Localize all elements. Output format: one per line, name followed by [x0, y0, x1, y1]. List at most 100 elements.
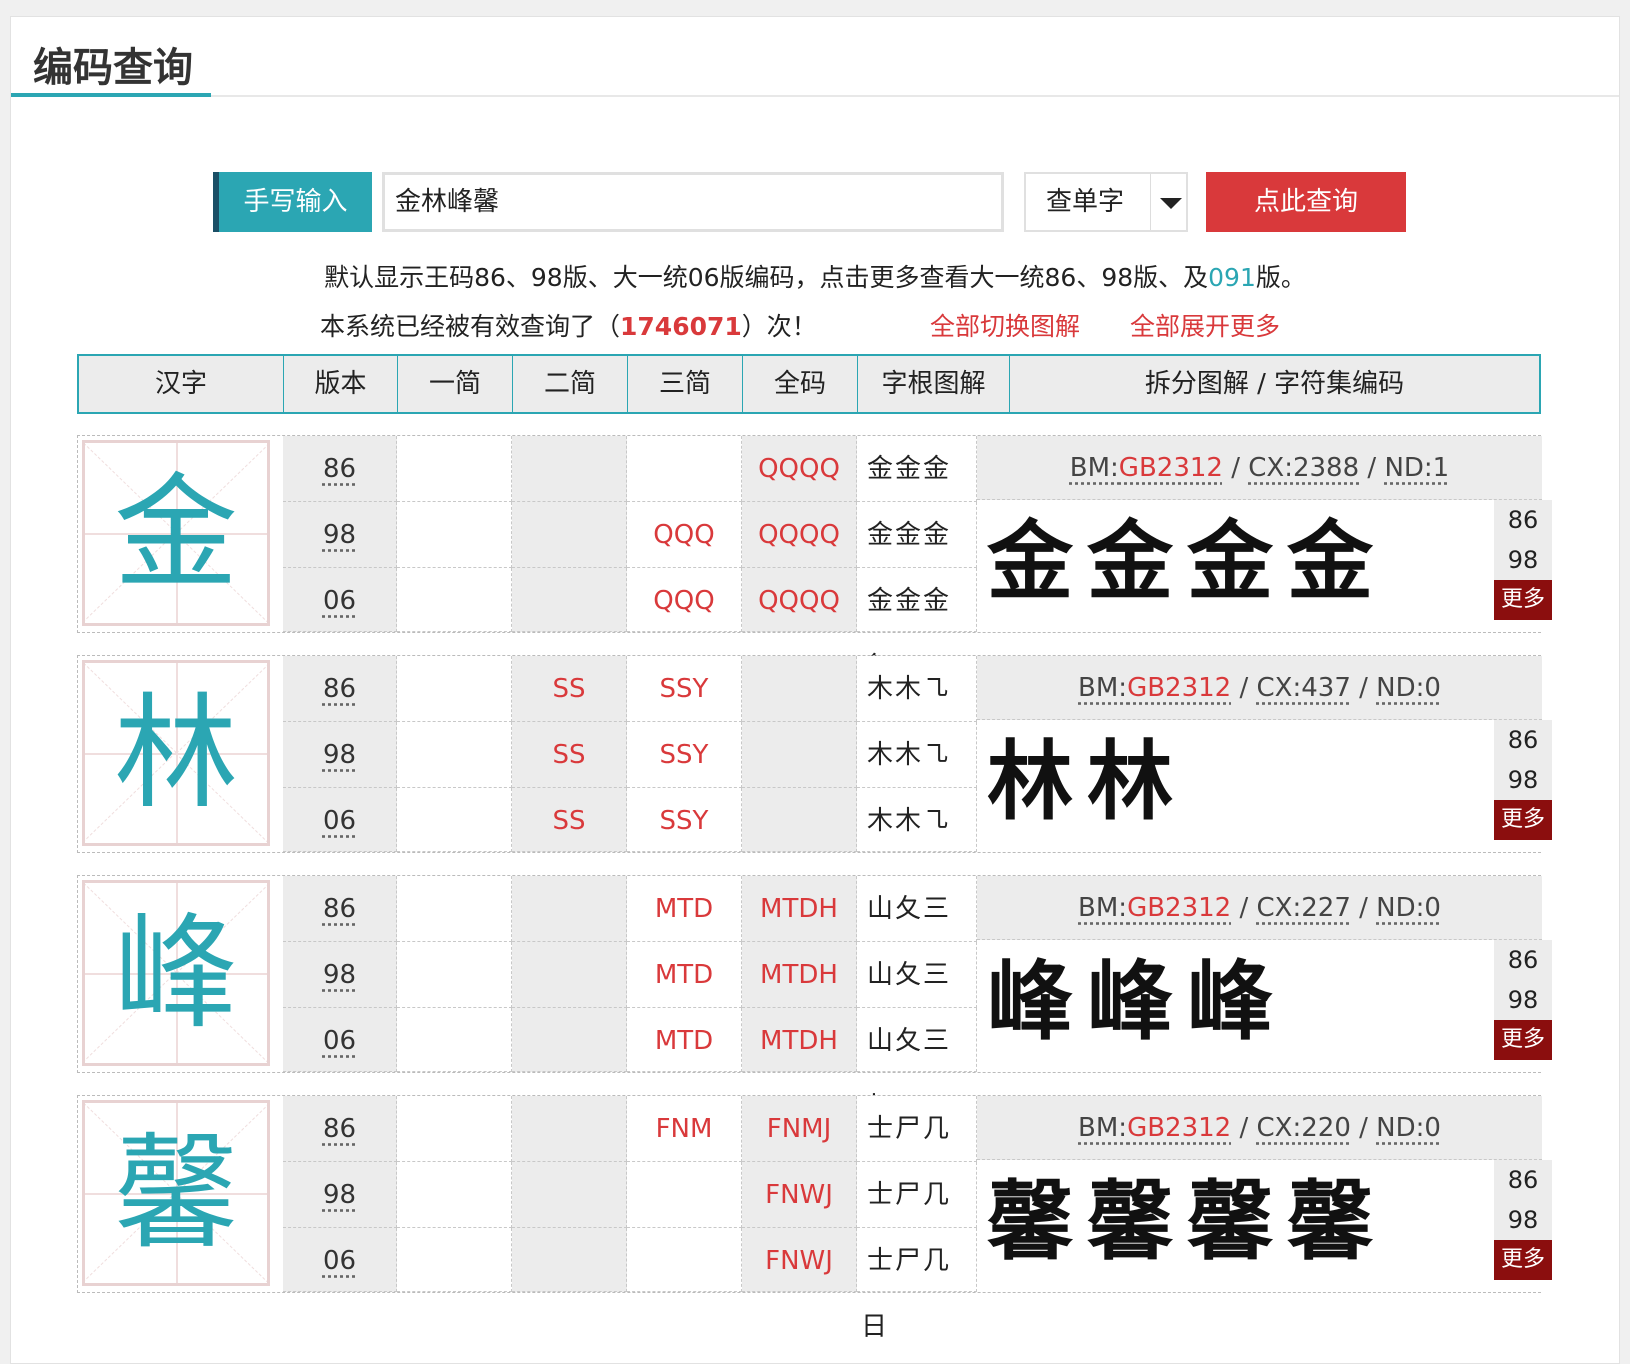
info-line-1-prefix: 默认显示王码86、98版、大一统06版编码，点击更多查看大一统86、98版、及	[324, 263, 1209, 292]
code-value: SSY	[659, 806, 709, 836]
split-diagram-area: 峰峰峰 86 98 更多	[977, 940, 1552, 1072]
hanzi-char: 峰	[113, 902, 238, 1046]
search-input[interactable]: 金林峰馨	[382, 172, 1004, 232]
code-cell-full: QQQQ	[742, 568, 857, 632]
version-label[interactable]: 86	[323, 454, 356, 484]
tab-86[interactable]: 86	[1494, 720, 1552, 760]
code-cell-full: FNMJ	[742, 1096, 857, 1162]
info-line-2: 本系统已经被有效查询了（1746071）次！	[320, 307, 817, 343]
code-cell-j3: QQQ	[627, 502, 742, 568]
code-cell-j2	[512, 502, 627, 568]
tab-98[interactable]: 98	[1494, 1200, 1552, 1240]
handwrite-input-button[interactable]: 手写输入	[213, 172, 372, 232]
mode-select[interactable]: 查单字	[1024, 172, 1188, 232]
tab-86[interactable]: 86	[1494, 500, 1552, 540]
nd-value: ND:1	[1384, 453, 1450, 483]
title-divider	[11, 95, 1619, 97]
switch-all-diagrams-link[interactable]: 全部切换图解	[930, 307, 1080, 343]
table-header: 汉字 版本 一简 二简 三简 全码 字根图解 拆分图解 / 字符集编码	[77, 354, 1541, 414]
code-cell-j2	[512, 942, 627, 1008]
code-cell-j3: MTD	[627, 942, 742, 1008]
code-cell-roots: 金金金金	[857, 568, 977, 682]
code-value: MTD	[654, 960, 714, 990]
code-cell-j2	[512, 1008, 627, 1072]
code-cell-roots: 金金金金	[857, 502, 977, 616]
code-value: QQQQ	[758, 454, 840, 484]
bm-value: GB2312	[1127, 1113, 1232, 1143]
tab-98[interactable]: 98	[1494, 540, 1552, 580]
header-jian2: 二简	[513, 356, 628, 412]
code-cell-ver: 98	[283, 1162, 397, 1228]
code-cell-ver: 06	[283, 788, 397, 852]
code-cell-j1	[397, 1008, 512, 1072]
more-button[interactable]: 更多	[1494, 580, 1552, 620]
code-cell-j1	[397, 1162, 512, 1228]
calligraphy-image: 峰峰峰	[987, 951, 1287, 1052]
hanzi-char: 馨	[113, 1122, 238, 1266]
code-cell-j3: QQQ	[627, 568, 742, 632]
tab-98[interactable]: 98	[1494, 980, 1552, 1020]
code-cell-full: QQQQ	[742, 436, 857, 502]
code-cell-j3	[627, 436, 742, 502]
mode-select-divider	[1150, 174, 1151, 230]
version-label[interactable]: 06	[323, 586, 356, 616]
tab-98[interactable]: 98	[1494, 760, 1552, 800]
code-cell-ver: 86	[283, 876, 397, 942]
code-cell-j2: SS	[512, 788, 627, 852]
code-value: MTD	[654, 1026, 714, 1056]
cx-value: CX:220	[1256, 1113, 1351, 1143]
code-value: FNM	[655, 1114, 713, 1144]
more-button[interactable]: 更多	[1494, 800, 1552, 840]
code-cell-roots: 金金金金	[857, 436, 977, 550]
char-grid-box: 金	[82, 440, 270, 626]
version-label[interactable]: 86	[323, 894, 356, 924]
code-cell-j2: SS	[512, 722, 627, 788]
charset-code-line: BM:GB2312 / CX:227 / ND:0	[977, 876, 1542, 940]
version-label[interactable]: 06	[323, 1026, 356, 1056]
version-label[interactable]: 98	[323, 1180, 356, 1210]
tab-86[interactable]: 86	[1494, 940, 1552, 980]
expand-all-more-link[interactable]: 全部展开更多	[1130, 307, 1280, 343]
root-glyphs: 木木㇈	[867, 674, 952, 704]
code-cell-j1	[397, 788, 512, 852]
version-label[interactable]: 06	[323, 806, 356, 836]
tab-86[interactable]: 86	[1494, 1160, 1552, 1200]
separator: /	[1222, 453, 1249, 483]
more-button[interactable]: 更多	[1494, 1020, 1552, 1060]
code-cell-ver: 86	[283, 656, 397, 722]
code-cell-roots: 士尸几日	[857, 1162, 977, 1276]
code-cell-ver: 98	[283, 502, 397, 568]
code-cell-j1	[397, 1228, 512, 1292]
chevron-down-icon[interactable]	[1160, 198, 1182, 209]
query-button[interactable]: 点此查询	[1206, 172, 1406, 232]
code-value: SS	[552, 740, 586, 770]
calligraphy-image: 馨馨馨馨	[987, 1171, 1387, 1272]
code-value: MTDH	[760, 960, 838, 990]
bm-label: BM:	[1078, 1113, 1128, 1143]
version-label[interactable]: 86	[323, 1114, 356, 1144]
separator: /	[1350, 673, 1377, 703]
version-label[interactable]: 06	[323, 1246, 356, 1276]
version-label[interactable]: 98	[323, 740, 356, 770]
code-cell-j3: MTD	[627, 1008, 742, 1072]
code-value: FNMJ	[766, 1114, 832, 1144]
version-091-link[interactable]: 091	[1208, 263, 1256, 292]
info-line-1-suffix: 版。	[1255, 263, 1306, 292]
code-value: SSY	[659, 740, 709, 770]
more-button[interactable]: 更多	[1494, 1240, 1552, 1280]
version-label[interactable]: 98	[323, 520, 356, 550]
code-cell-roots: 木木㇈	[857, 656, 977, 722]
code-value: SSY	[659, 674, 709, 704]
split-diagram-area: 馨馨馨馨 86 98 更多	[977, 1160, 1552, 1292]
header-jian1: 一简	[398, 356, 513, 412]
code-cell-roots: 山夂三丨	[857, 942, 977, 1056]
code-cell-roots: 士尸几日	[857, 1228, 977, 1342]
nd-value: ND:0	[1376, 893, 1441, 923]
version-label[interactable]: 86	[323, 674, 356, 704]
code-cell-j3: FNM	[627, 1096, 742, 1162]
mode-select-label: 查单字	[1046, 187, 1125, 217]
page-title: 编码查询	[33, 45, 193, 91]
code-cell-j1	[397, 942, 512, 1008]
version-label[interactable]: 98	[323, 960, 356, 990]
header-root-diagram: 字根图解	[858, 356, 1010, 412]
